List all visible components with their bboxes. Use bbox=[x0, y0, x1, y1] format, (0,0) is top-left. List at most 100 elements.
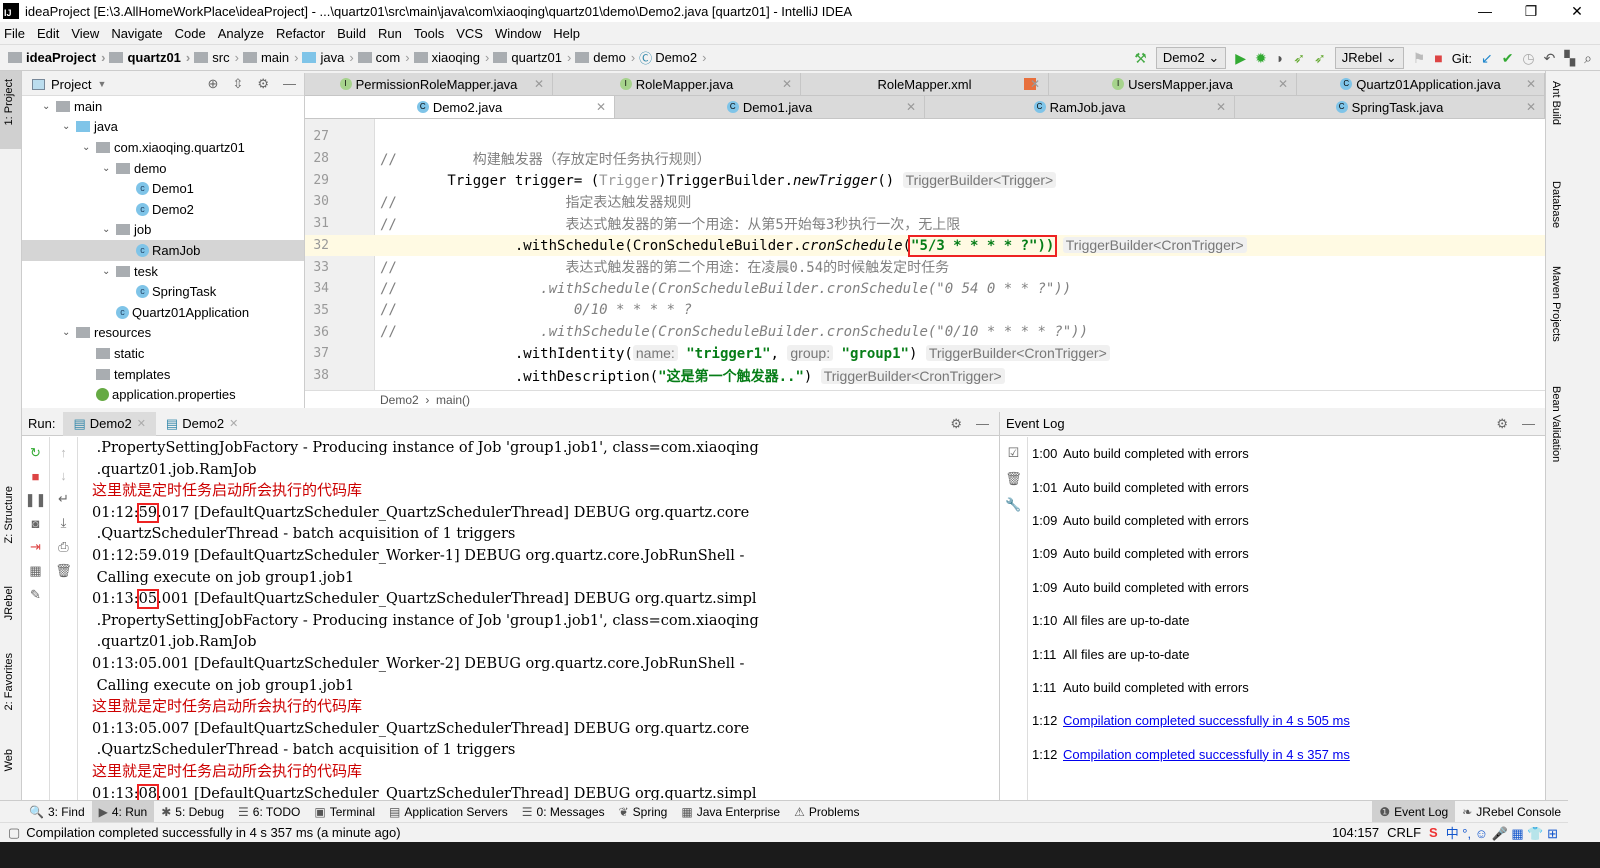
tool-window-button[interactable]: ▣ Terminal bbox=[307, 801, 382, 823]
hide-icon[interactable]: — bbox=[1522, 416, 1535, 432]
attach-icon[interactable]: ⚑ bbox=[1413, 50, 1426, 66]
hide-icon[interactable]: — bbox=[976, 416, 989, 432]
soft-wrap-icon[interactable]: ↵ bbox=[58, 491, 69, 507]
editor-tab[interactable]: I PermissionRoleMapper.java ✕ bbox=[305, 73, 553, 95]
breadcrumb-item[interactable]: xiaoqing › bbox=[413, 48, 489, 67]
close-tab-icon[interactable]: ✕ bbox=[137, 417, 146, 430]
clear-trash-icon[interactable]: 🗑 bbox=[1005, 471, 1022, 487]
breadcrumb-item[interactable]: java › bbox=[302, 48, 354, 67]
editor-breadcrumb-class[interactable]: Demo2 bbox=[380, 393, 419, 407]
breadcrumb-item[interactable]: ideaProject › bbox=[8, 48, 105, 67]
tool-window-button[interactable]: 🔍 3: Find bbox=[22, 801, 92, 823]
menu-code[interactable]: Code bbox=[175, 26, 206, 41]
hide-icon[interactable]: — bbox=[283, 76, 296, 92]
tool-window-button[interactable]: ▤ Application Servers bbox=[382, 801, 515, 823]
breadcrumb-item[interactable]: quartz01 › bbox=[493, 48, 571, 67]
editor-tab[interactable]: I UsersMapper.java ✕ bbox=[1049, 73, 1297, 95]
breadcrumb-item[interactable]: com › bbox=[357, 48, 410, 67]
close-tab-icon[interactable]: ✕ bbox=[596, 100, 606, 114]
tree-node-package[interactable]: ⌄ tesk bbox=[22, 261, 304, 282]
ime-toolbar-icon[interactable]: 中 °, ☺ 🎤 ▦ 👕 ⊞ bbox=[1446, 823, 1558, 842]
up-arrow-icon[interactable]: ↑ bbox=[60, 445, 67, 460]
maximize-button[interactable]: ❐ bbox=[1508, 0, 1554, 22]
editor-tab[interactable]: C RamJob.java ✕ bbox=[925, 96, 1235, 118]
stop-icon[interactable]: ■ bbox=[32, 469, 40, 484]
jrebel-run-icon[interactable]: ➶ bbox=[1293, 50, 1305, 66]
tree-node-properties[interactable]: application.properties bbox=[22, 384, 304, 405]
breadcrumb-item[interactable]: quartz01 › bbox=[109, 48, 190, 67]
pause-icon[interactable]: ❚❚ bbox=[25, 492, 47, 508]
menu-help[interactable]: Help bbox=[553, 26, 580, 41]
tree-node-package[interactable]: ⌄ com.xiaoqing.quartz01 bbox=[22, 137, 304, 158]
structure-tool-button[interactable]: Z: Structure bbox=[3, 486, 15, 543]
coverage-icon[interactable]: ◗ bbox=[1276, 50, 1284, 66]
close-button[interactable]: ✕ bbox=[1554, 0, 1600, 22]
scroll-to-end-icon[interactable]: ⤓ bbox=[61, 515, 67, 531]
editor-tab[interactable]: C SpringTask.java ✕ bbox=[1235, 96, 1545, 118]
clear-trash-icon[interactable]: 🗑 bbox=[55, 563, 72, 579]
editor-tab[interactable]: I RoleMapper.java ✕ bbox=[553, 73, 801, 95]
database-tool-button[interactable]: Database bbox=[1550, 181, 1562, 228]
menu-tools[interactable]: Tools bbox=[414, 26, 444, 41]
settings-gear-icon[interactable]: ⚙ bbox=[950, 416, 962, 432]
run-config-dropdown[interactable]: Demo2 ⌄ bbox=[1155, 47, 1227, 69]
code-editor[interactable]: 27 28// 构建触发器（存放定时任务执行规则） 29 Trigger trigg… bbox=[305, 119, 1545, 390]
ime-sogou-icon[interactable]: S bbox=[1429, 825, 1438, 840]
history-icon[interactable]: ◷ bbox=[1522, 50, 1534, 66]
revert-icon[interactable]: ↶ bbox=[1544, 50, 1556, 66]
breadcrumb-item[interactable]: src › bbox=[194, 48, 239, 67]
editor-tab[interactable]: RoleMapper.xml ✕ bbox=[801, 73, 1049, 95]
stop-icon[interactable]: ■ bbox=[1434, 50, 1442, 66]
menu-edit[interactable]: Edit bbox=[37, 26, 59, 41]
minimize-button[interactable]: — bbox=[1462, 0, 1508, 22]
tree-node-class[interactable]: c Demo2 bbox=[22, 199, 304, 220]
project-structure-icon[interactable]: ▚ bbox=[1564, 50, 1575, 66]
editor-breadcrumb-method[interactable]: main() bbox=[436, 393, 470, 407]
favorites-tool-button[interactable]: 2: Favorites bbox=[3, 653, 15, 710]
run-tab[interactable]: ▤ Demo2 ✕ bbox=[63, 411, 156, 436]
debug-icon[interactable]: ✹ bbox=[1255, 50, 1267, 66]
tree-node-folder[interactable]: templates bbox=[22, 364, 304, 385]
tree-node-class[interactable]: c RamJob bbox=[22, 240, 304, 261]
tool-window-button[interactable]: ❦ Spring bbox=[612, 801, 675, 823]
editor-tab[interactable]: C Demo2.java ✕ bbox=[305, 96, 615, 118]
web-tool-button[interactable]: Web bbox=[3, 749, 15, 771]
dump-threads-icon[interactable]: ◙ bbox=[32, 516, 40, 531]
tree-node-folder[interactable]: static bbox=[22, 343, 304, 364]
git-commit-icon[interactable]: ✔ bbox=[1502, 50, 1514, 66]
rerun-icon[interactable]: ↻ bbox=[30, 445, 41, 461]
run-icon[interactable]: ▶ bbox=[1235, 50, 1246, 66]
mark-read-icon[interactable]: ☑ bbox=[1008, 445, 1020, 461]
close-tab-icon[interactable]: ✕ bbox=[906, 100, 916, 114]
print-icon[interactable]: ⎙ bbox=[58, 539, 68, 555]
close-tab-icon[interactable]: ✕ bbox=[534, 77, 544, 91]
tool-window-button[interactable]: ⚠ Problems bbox=[787, 801, 866, 823]
menu-build[interactable]: Build bbox=[337, 26, 366, 41]
project-view-selector[interactable]: Project bbox=[51, 77, 91, 92]
jrebel-debug-icon[interactable]: ➶ bbox=[1314, 50, 1326, 66]
menu-refactor[interactable]: Refactor bbox=[276, 26, 325, 41]
menu-analyze[interactable]: Analyze bbox=[218, 26, 264, 41]
tree-node-class[interactable]: c Demo1 bbox=[22, 178, 304, 199]
breadcrumb-item[interactable]: Ⓒ Demo2 › bbox=[639, 48, 706, 67]
tree-node-class[interactable]: c SpringTask bbox=[22, 281, 304, 302]
close-tab-icon[interactable]: ✕ bbox=[1526, 77, 1536, 91]
ant-build-tool-button[interactable]: Ant Build bbox=[1550, 81, 1562, 125]
event-link[interactable]: Compilation completed successfully in 4 … bbox=[1063, 713, 1350, 728]
down-arrow-icon[interactable]: ↓ bbox=[60, 468, 67, 483]
close-tab-icon[interactable]: ✕ bbox=[229, 417, 238, 430]
menu-file[interactable]: File bbox=[4, 26, 25, 41]
close-tab-icon[interactable]: ✕ bbox=[1526, 100, 1536, 114]
line-separator[interactable]: CRLF bbox=[1387, 825, 1421, 840]
console-output[interactable]: .PropertySettingJobFactory - Producing i… bbox=[80, 437, 999, 800]
tree-node-package[interactable]: ⌄ demo bbox=[22, 158, 304, 179]
tree-node-spring-class[interactable]: c Quartz01Application bbox=[22, 302, 304, 323]
editor-tab[interactable]: C Quartz01Application.java ✕ bbox=[1297, 73, 1545, 95]
close-tab-icon[interactable]: ✕ bbox=[1216, 100, 1226, 114]
close-tab-icon[interactable]: ✕ bbox=[782, 77, 792, 91]
tool-window-button[interactable]: ❧ JRebel Console bbox=[1455, 801, 1568, 823]
settings-gear-icon[interactable]: ⚙ bbox=[1496, 416, 1508, 432]
tool-window-button[interactable]: ❶ Event Log bbox=[1372, 800, 1456, 823]
editor-tab[interactable]: C Demo1.java ✕ bbox=[615, 96, 925, 118]
tool-window-button[interactable]: ✱ 5: Debug bbox=[154, 801, 231, 823]
